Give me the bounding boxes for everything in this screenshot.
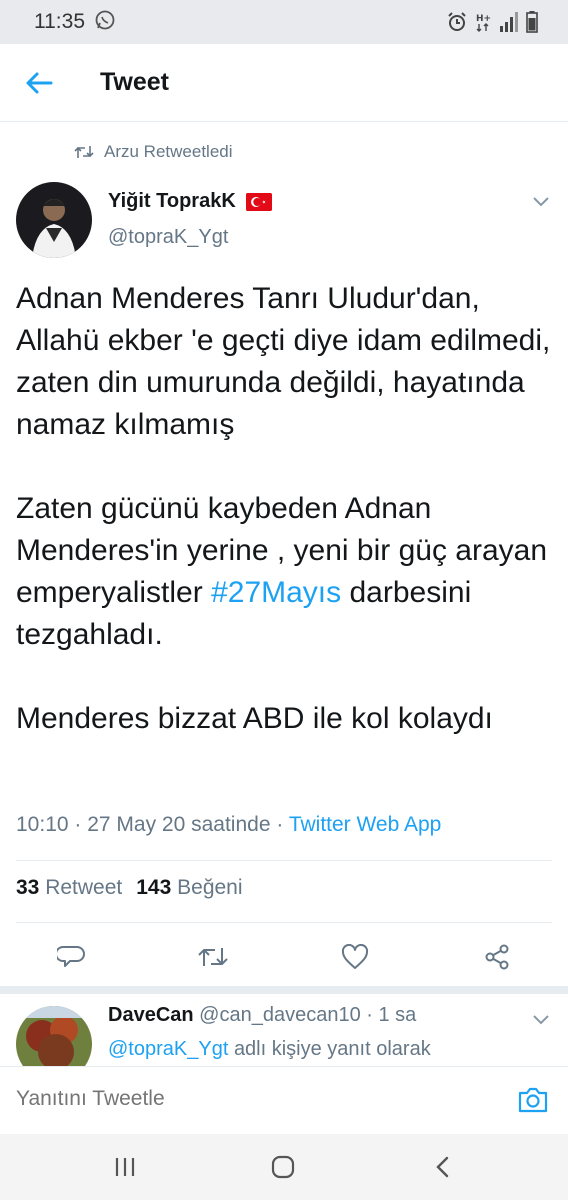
share-button[interactable] — [480, 940, 514, 974]
chevron-down-icon[interactable] — [530, 192, 552, 210]
retweet-button[interactable] — [196, 940, 230, 974]
like-button[interactable] — [338, 940, 372, 974]
timestamp-text: 10:10 · 27 May 20 saatinde · — [16, 813, 284, 836]
chevron-left-icon — [436, 1156, 449, 1178]
whatsapp-icon — [95, 10, 115, 30]
share-icon — [485, 944, 509, 970]
back-nav-button[interactable] — [426, 1152, 460, 1182]
reply-context: @topraK_Ygt adlı kişiye yanıt olarak — [108, 1038, 431, 1061]
reply-author-handle[interactable]: @can_davecan10 — [199, 1004, 361, 1026]
author-avatar[interactable] — [16, 182, 92, 258]
chevron-down-icon[interactable] — [530, 1010, 552, 1028]
status-time: 11:35 — [34, 10, 85, 33]
mention-link[interactable]: @topraK_Ygt — [108, 1038, 228, 1060]
status-icons: H+ — [446, 9, 538, 35]
svg-text:H+: H+ — [476, 14, 491, 24]
retweet-context[interactable]: Arzu Retweetledi — [74, 140, 233, 164]
reply-context-text: adlı kişiye yanıt olarak — [233, 1038, 431, 1060]
camera-icon[interactable] — [516, 1083, 550, 1117]
section-divider — [0, 986, 568, 994]
author-name-row[interactable]: Yiğit ToprakK — [108, 190, 272, 213]
heart-icon — [341, 944, 369, 969]
tweet-actions — [0, 932, 568, 982]
like-stat[interactable]: 143 Beğeni — [136, 876, 242, 900]
reply-composer — [0, 1066, 568, 1134]
divider — [16, 860, 552, 861]
retweet-count: 33 — [16, 876, 40, 899]
divider — [16, 922, 552, 923]
like-label: Beğeni — [177, 876, 243, 899]
network-hplus-icon: H+ — [476, 14, 491, 32]
tweet-text: Adnan Menderes Tanrı Uludur'dan, Allahü … — [16, 278, 556, 740]
system-nav-bar — [0, 1134, 568, 1200]
reply-header: DaveCan @can_davecan10 · 1 sa — [108, 1004, 416, 1027]
recent-apps-icon — [115, 1158, 135, 1176]
retweet-context-text: Arzu Retweetledi — [104, 142, 233, 161]
retweet-stat[interactable]: 33 Retweet — [16, 876, 122, 900]
tweet-paragraph: Zaten gücünü kaybeden Adnan Menderes'in … — [16, 488, 556, 656]
reply-input[interactable] — [16, 1087, 496, 1111]
avatar-image — [16, 182, 92, 258]
back-button[interactable] — [22, 66, 56, 100]
hashtag-link[interactable]: #27Mayıs — [211, 576, 341, 609]
turkey-flag-icon — [245, 192, 272, 211]
author-name: Yiğit ToprakK — [108, 190, 236, 212]
status-bar: 11:35 H+ — [0, 0, 568, 44]
retweet-label: Retweet — [45, 876, 123, 899]
page-title: Tweet — [100, 68, 169, 96]
home-icon — [271, 1155, 295, 1179]
reply-button[interactable] — [54, 940, 88, 974]
tweet-timestamp: 10:10 · 27 May 20 saatinde · Twitter Web… — [16, 813, 441, 837]
tweet-paragraph: Adnan Menderes Tanrı Uludur'dan, Allahü … — [16, 282, 551, 441]
retweet-icon — [74, 146, 94, 158]
retweet-icon — [198, 948, 228, 966]
tweet-stats: 33 Retweet 143 Beğeni — [16, 876, 243, 900]
signal-icon — [500, 12, 518, 32]
arrow-left-icon — [26, 72, 53, 94]
recent-apps-button[interactable] — [108, 1152, 142, 1182]
reply-time: · 1 sa — [366, 1004, 417, 1026]
alarm-icon — [448, 12, 466, 31]
battery-icon — [526, 11, 538, 33]
tweet-paragraph: Menderes bizzat ABD ile kol kolaydı — [16, 702, 493, 735]
app-header: Tweet — [0, 44, 568, 122]
client-link[interactable]: Twitter Web App — [289, 813, 442, 836]
reply-author-name[interactable]: DaveCan — [108, 1004, 194, 1026]
like-count: 143 — [136, 876, 172, 899]
home-button[interactable] — [266, 1152, 300, 1182]
comment-icon — [57, 946, 85, 967]
author-handle[interactable]: @topraK_Ygt — [108, 226, 228, 249]
